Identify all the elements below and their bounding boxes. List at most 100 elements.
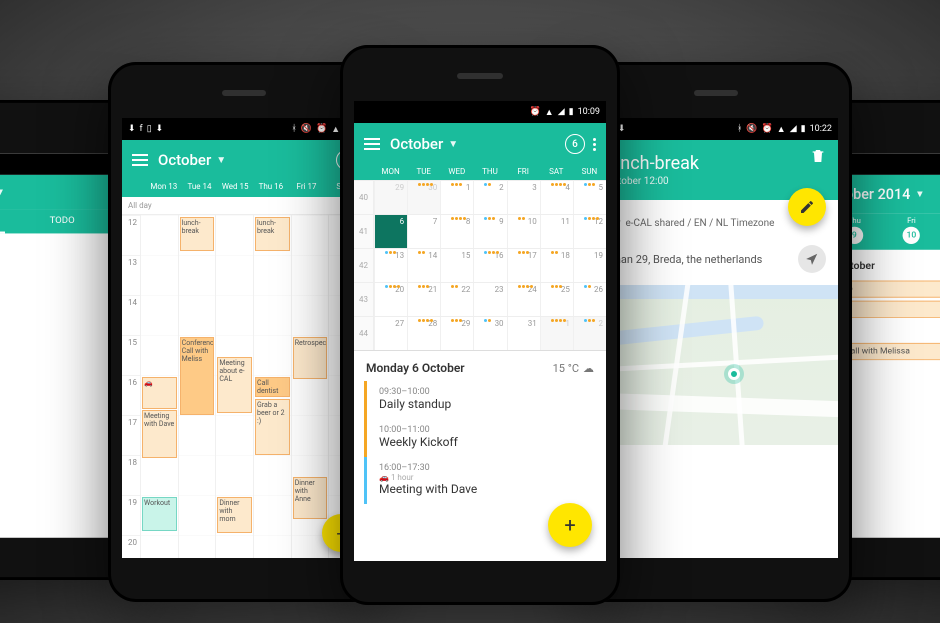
todo-item[interactable]: Buy flowers svoosten@e-sites.nl: [0, 316, 108, 346]
map-view[interactable]: [594, 285, 838, 445]
todo-list: Do the dishes svoosten@e-sites.nl Clean …: [0, 233, 119, 357]
agenda-pre: 🚗 1 hour: [379, 473, 594, 482]
todo-item[interactable]: Do the dishes svoosten@e-sites.nl: [0, 245, 108, 275]
date-chip[interactable]: Fri10: [903, 216, 920, 244]
navigation-icon[interactable]: [798, 245, 826, 273]
agenda-time: 10:00–11:00: [379, 425, 594, 435]
month-cell[interactable]: 6: [374, 215, 407, 248]
month-cell[interactable]: 10: [507, 215, 540, 248]
week-event[interactable]: Call dentist: [255, 377, 290, 397]
month-cell[interactable]: 1: [540, 317, 573, 350]
month-cell[interactable]: 12: [573, 215, 606, 248]
week-number: 44: [354, 317, 374, 350]
menu-button[interactable]: [364, 138, 380, 150]
today-button[interactable]: 6: [565, 134, 585, 154]
week-event[interactable]: Meeting about e-CAL: [217, 357, 252, 413]
week-event[interactable]: Conference Call with Meliss: [180, 337, 215, 415]
app-bar: October ▼ 6: [122, 140, 366, 180]
address-text: itlaan 29, Breda, the netherlands: [606, 253, 762, 266]
week-event[interactable]: Retrospective: [293, 337, 328, 379]
agenda-item[interactable]: 16:00–17:30 🚗 1 hour Meeting with Dave: [364, 457, 606, 504]
status-bar: ⬇ f ▯ ⬇ ᚼ 🔇 ⏰ ▲ ◢ ▮: [122, 118, 366, 140]
status-bar: [0, 154, 119, 175]
month-cell[interactable]: 29: [440, 317, 473, 350]
month-cell[interactable]: 8: [440, 215, 473, 248]
month-cell[interactable]: 1: [440, 181, 473, 214]
month-cell[interactable]: 24: [507, 283, 540, 316]
add-fab[interactable]: +: [548, 503, 592, 547]
month-cell[interactable]: 19: [573, 249, 606, 282]
agenda-time: 16:00–17:30: [379, 463, 594, 473]
month-cell[interactable]: 22: [440, 283, 473, 316]
week-number: 42: [354, 249, 374, 282]
days-header: Mon 13 Tue 14 Wed 15 Thu 16 Fri 17 Sat: [122, 180, 366, 197]
month-cell[interactable]: 28: [407, 317, 440, 350]
month-cell[interactable]: 20: [374, 283, 407, 316]
month-cell[interactable]: 4: [540, 181, 573, 214]
month-cell[interactable]: 31: [507, 317, 540, 350]
day[interactable]: Wed 15: [217, 182, 253, 191]
overflow-menu[interactable]: [593, 138, 596, 151]
bluetooth-icon: ᚼ: [737, 124, 742, 134]
month-cell[interactable]: 30: [473, 317, 506, 350]
device-icon: ▯: [147, 124, 152, 134]
mute-icon: 🔇: [746, 124, 757, 134]
week-event[interactable]: Workout: [142, 497, 177, 531]
week-event[interactable]: lunch-break: [255, 217, 290, 251]
month-cell[interactable]: 11: [540, 215, 573, 248]
mute-icon: 🔇: [301, 124, 312, 134]
month-dropdown[interactable]: October ▼: [390, 135, 565, 153]
delete-button[interactable]: [810, 148, 826, 168]
month-cell[interactable]: 25: [540, 283, 573, 316]
month-cell[interactable]: 14: [407, 249, 440, 282]
day[interactable]: Mon 13: [146, 182, 182, 191]
edit-fab[interactable]: [788, 188, 826, 226]
month-cell[interactable]: 17: [507, 249, 540, 282]
month-grid[interactable]: 4029301234541678910111242131415161718194…: [354, 180, 606, 351]
month-cell[interactable]: 23: [473, 283, 506, 316]
alarm-icon: ⏰: [530, 107, 541, 117]
month-cell[interactable]: 3: [507, 181, 540, 214]
address-row[interactable]: itlaan 29, Breda, the netherlands: [594, 239, 838, 279]
tab-todo[interactable]: TODO: [5, 209, 119, 233]
month-cell[interactable]: 26: [573, 283, 606, 316]
month-cell[interactable]: 29: [374, 181, 407, 214]
week-number: 43: [354, 283, 374, 316]
week-event[interactable]: Dinner with Anne: [293, 477, 328, 519]
month-cell[interactable]: 16: [473, 249, 506, 282]
month-cell[interactable]: 13: [374, 249, 407, 282]
month-dropdown[interactable]: ober 2014 ▼: [845, 185, 940, 202]
month-dropdown[interactable]: October ▼: [158, 151, 336, 169]
day[interactable]: Fri 17: [289, 182, 325, 191]
week-event[interactable]: 🚗: [142, 377, 177, 409]
month-cell[interactable]: 7: [407, 215, 440, 248]
category-dropdown[interactable]: 2do at home ▼: [0, 184, 110, 201]
day[interactable]: Thu 16: [253, 182, 289, 191]
week-event[interactable]: Meeting with Dave: [142, 410, 177, 458]
agenda-title: Meeting with Dave: [379, 482, 594, 496]
month-cell[interactable]: 21: [407, 283, 440, 316]
month-cell[interactable]: 27: [374, 317, 407, 350]
week-event[interactable]: Grab a beer or 2 :): [255, 399, 290, 455]
month-cell[interactable]: 2: [473, 181, 506, 214]
month-cell[interactable]: 30: [407, 181, 440, 214]
help-link[interactable]: ?: [594, 445, 838, 487]
week-event[interactable]: lunch-break: [180, 217, 215, 251]
month-cell[interactable]: 9: [473, 215, 506, 248]
month-cell[interactable]: 5: [573, 181, 606, 214]
chevron-down-icon: ▼: [915, 189, 925, 200]
month-label: October: [158, 151, 211, 169]
download-icon: ⬇: [156, 124, 164, 134]
month-cell[interactable]: 18: [540, 249, 573, 282]
week-event[interactable]: Dinner with mom: [217, 497, 252, 533]
menu-button[interactable]: [132, 154, 148, 166]
week-grid[interactable]: 12131415161718192021 🚗 Meeting with Dave…: [122, 215, 366, 558]
app-bar: October ▼ 6: [354, 123, 606, 165]
month-cell[interactable]: 2: [573, 317, 606, 350]
todo-item[interactable]: Clean the car svoosten@e-sites.nl: [0, 280, 108, 310]
day[interactable]: Tue 14: [182, 182, 218, 191]
agenda-item[interactable]: 10:00–11:00 Weekly Kickoff: [364, 419, 606, 457]
event-title: lunch-break: [606, 153, 826, 174]
month-cell[interactable]: 15: [440, 249, 473, 282]
agenda-item[interactable]: 09:30–10:00 Daily standup: [364, 381, 606, 419]
